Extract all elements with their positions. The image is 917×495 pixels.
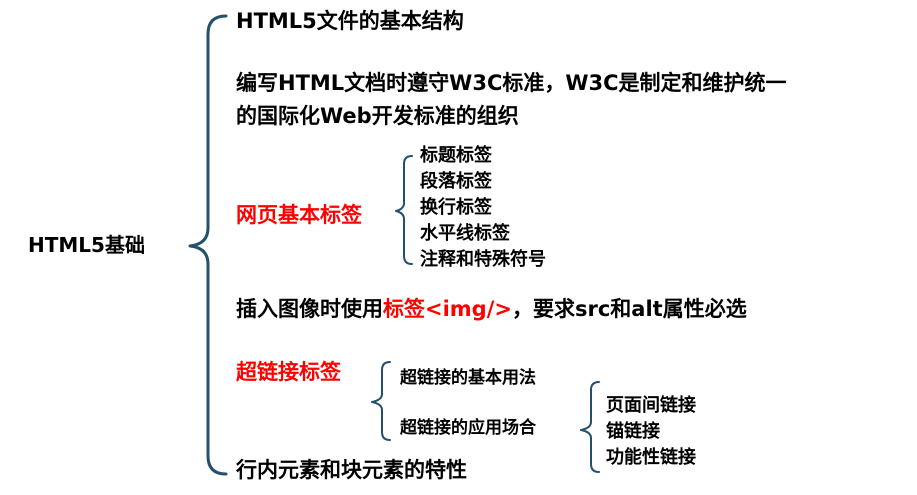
structure-item: HTML5文件的基本结构 [236,9,464,33]
scenario-item: 功能性链接 [606,447,696,468]
hyperlink-basic-usage: 超链接的基本用法 [400,368,536,388]
w3c-item-line-1: 编写HTML文档时遵守W3C标准，W3C是制定和维护统一 [236,71,787,95]
basic-tags-label: 网页基本标签 [236,203,362,227]
scenarios-brace [580,381,600,473]
img-item-suffix: ，要求src和alt属性必选 [511,297,747,321]
img-item-prefix: 插入图像时使用 [236,297,383,321]
basic-tag-item: 注释和特殊符号 [420,249,546,270]
hyperlink-brace [371,361,391,441]
img-tag-highlight: 标签<img/> [383,297,512,321]
hyperlink-label: 超链接标签 [236,360,341,384]
inline-block-item: 行内元素和块元素的特性 [236,458,467,482]
scenario-item: 锚链接 [606,421,660,442]
basic-tag-item: 标题标签 [420,145,492,166]
img-item: 插入图像时使用标签<img/>，要求src和alt属性必选 [236,299,747,320]
basic-tag-item: 段落标签 [420,171,492,192]
basic-tag-item: 换行标签 [420,197,492,218]
scenario-item: 页面间链接 [606,395,696,416]
root-label: HTML5基础 [28,233,145,257]
hyperlink-scenarios-label: 超链接的应用场合 [400,418,536,438]
main-brace [188,14,228,476]
basic-tags-brace [395,155,413,265]
basic-tag-item: 水平线标签 [420,223,510,244]
w3c-item-line-2: 的国际化Web开发标准的组织 [236,104,519,128]
